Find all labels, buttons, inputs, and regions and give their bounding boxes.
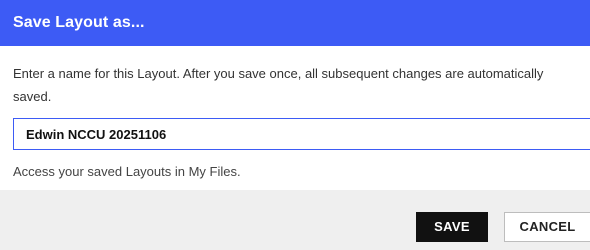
dialog-body: Enter a name for this Layout. After you … — [0, 46, 590, 190]
cancel-button[interactable]: CANCEL — [504, 212, 590, 242]
save-button[interactable]: SAVE — [416, 212, 488, 242]
save-layout-dialog: Save Layout as... Enter a name for this … — [0, 0, 590, 250]
dialog-title: Save Layout as... — [0, 0, 590, 46]
layout-name-input[interactable] — [13, 118, 590, 150]
my-files-hint: Access your saved Layouts in My Files. — [13, 164, 241, 179]
dialog-footer: SAVE CANCEL — [0, 190, 590, 250]
dialog-instructions: Enter a name for this Layout. After you … — [13, 66, 544, 104]
